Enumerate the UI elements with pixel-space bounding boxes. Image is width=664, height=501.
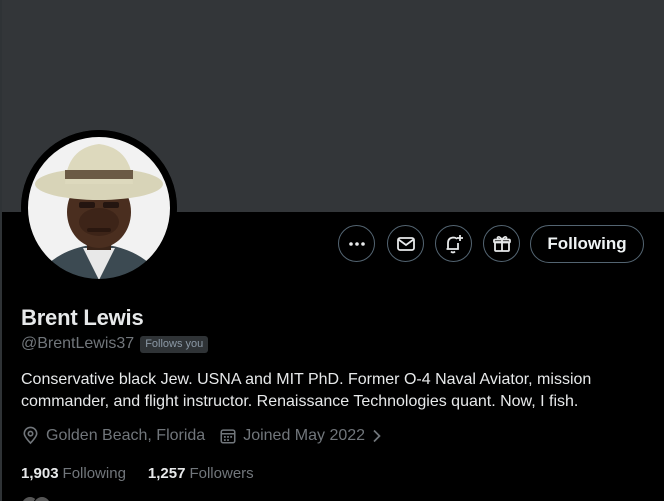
handle-row: @BrentLewis37 Follows you	[21, 335, 209, 353]
chevron-right-icon[interactable]	[371, 428, 383, 444]
gift-button[interactable]	[483, 225, 520, 262]
more-button[interactable]	[338, 225, 375, 262]
profile-avatar[interactable]	[21, 130, 177, 286]
avatar-photo	[21, 130, 177, 286]
profile-page: Following Brent Lewis @BrentLewis37 Foll…	[0, 0, 664, 501]
bell-plus-icon	[446, 234, 463, 253]
follows-you-badge: Follows you	[140, 335, 209, 353]
location-pin-icon	[23, 426, 38, 445]
following-count-link[interactable]: 1,903 Following	[21, 465, 126, 482]
envelope-icon	[396, 236, 415, 251]
followers-count-label: Followers	[189, 465, 254, 482]
mini-avatar	[33, 496, 51, 501]
notify-button[interactable]	[435, 225, 472, 262]
joined-item: Joined May 2022	[219, 427, 383, 445]
profile-name: Brent Lewis	[21, 305, 144, 330]
profile-handle: @BrentLewis37	[21, 335, 135, 352]
follow-counts: 1,903 Following 1,257 Followers	[21, 465, 276, 482]
calendar-icon	[220, 428, 236, 444]
followers-count: 1,257	[147, 465, 186, 482]
followed-by-avatars[interactable]	[21, 496, 51, 501]
following-count: 1,903	[21, 465, 59, 482]
location-text: Golden Beach, Florida	[46, 426, 206, 444]
profile-meta: Golden Beach, Florida Joined May 2022	[21, 426, 397, 445]
message-button[interactable]	[387, 225, 424, 262]
followers-count-link[interactable]: 1,257 Followers	[148, 465, 254, 482]
profile-bio: Conservative black Jew. USNA and MIT PhD…	[21, 371, 592, 410]
following-button[interactable]: Following	[530, 225, 644, 263]
joined-text: Joined May 2022	[243, 426, 366, 444]
following-count-label: Following	[62, 465, 126, 482]
gift-icon	[492, 235, 511, 252]
more-icon	[348, 241, 365, 246]
location-item: Golden Beach, Florida	[21, 426, 205, 445]
